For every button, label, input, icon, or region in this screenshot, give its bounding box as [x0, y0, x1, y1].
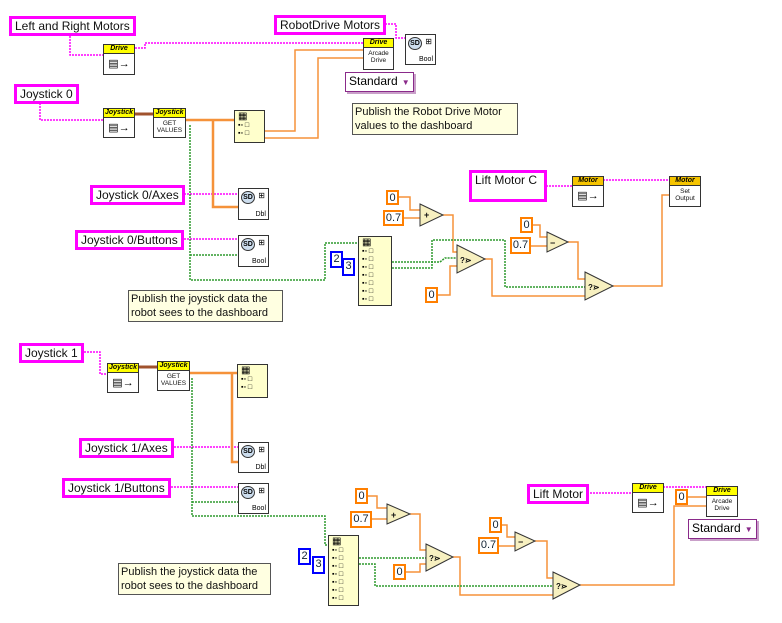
vi-header: Drive [633, 484, 663, 493]
vi-body: Arcade Drive [711, 498, 733, 512]
vi-body: GET VALUES [156, 120, 183, 134]
arcade-drive-vi[interactable]: Drive Arcade Drive [363, 38, 394, 70]
vi-body: Set Output [675, 188, 695, 202]
svg-text:?⋗: ?⋗ [588, 283, 600, 292]
open-icon: ▤→ [108, 122, 130, 134]
index-array-icon[interactable]: ▦ ▪▫ □ ▪▫ □ ▪▫ □ ▪▫ □ ▪▫ □ ▪▫ □ ▪▫ □ [328, 535, 359, 606]
type-label: Bool [251, 258, 266, 265]
type-label: Bool [251, 505, 266, 512]
sd-icon: SD [241, 486, 255, 499]
joystick1-axes-control[interactable]: Joystick 1/Axes [79, 438, 174, 458]
vi-header: Motor [573, 177, 603, 186]
joystick0-buttons-control[interactable]: Joystick 0/Buttons [75, 230, 184, 250]
numeric-constant[interactable]: 0.7 [350, 511, 372, 528]
joystick-open-vi[interactable]: Joystick ▤→ [103, 108, 135, 138]
drive-open-vi[interactable]: Drive ▤→ [632, 483, 664, 513]
type-label: Bool [418, 56, 433, 63]
unbundle-icon[interactable]: ▦ ▪▫ □ ▪▫ □ [234, 110, 265, 143]
sd-put-bool-vi[interactable]: SD ⊞ Bool [238, 235, 269, 267]
type-label: Dbl [255, 211, 266, 218]
sd-icon: SD [241, 445, 255, 458]
index-array-icon[interactable]: ▦ ▪▫ □ ▪▫ □ ▪▫ □ ▪▫ □ ▪▫ □ ▪▫ □ ▪▫ □ [358, 236, 392, 306]
index-constant[interactable]: 3 [312, 556, 325, 574]
vi-header: Joystick [104, 109, 134, 118]
sd-put-dbl-vi[interactable]: SD ⊞ Dbl [238, 188, 269, 220]
grid-icon: ⊞ [425, 37, 432, 46]
open-icon: ▤→ [108, 58, 130, 70]
joystick1-buttons-control[interactable]: Joystick 1/Buttons [62, 478, 171, 498]
svg-text:+: + [424, 210, 429, 220]
open-icon: ▤→ [577, 190, 599, 202]
index-constant[interactable]: 2 [298, 548, 311, 565]
numeric-constant[interactable]: 0.7 [383, 210, 404, 226]
open-icon: ▤→ [112, 377, 134, 389]
lift-motor-c-control[interactable]: Lift Motor C [469, 170, 547, 202]
drive-mode-enum[interactable]: Standard ▼ [688, 519, 757, 539]
enum-value: Standard [349, 74, 398, 88]
open-icon: ▤→ [637, 497, 659, 509]
numeric-constant[interactable]: 0 [675, 489, 688, 505]
wires-layer: + − + − ?⋗ ?⋗ ?⋗ ?⋗ [39, 23, 706, 600]
joystick-get-values-vi[interactable]: Joystick GET VALUES [157, 361, 190, 391]
vi-header: Drive [707, 487, 737, 496]
joystick0-axes-control[interactable]: Joystick 0/Axes [90, 185, 185, 205]
svg-text:?⋗: ?⋗ [460, 256, 472, 265]
sd-put-dbl-vi[interactable]: SD ⊞ Dbl [238, 442, 269, 473]
vi-header: Drive [104, 45, 134, 54]
joystick-get-values-vi[interactable]: Joystick GET VALUES [153, 108, 186, 138]
comment-robot-drive: Publish the Robot Drive Motor values to … [352, 103, 518, 135]
numeric-constant[interactable]: 0 [520, 217, 533, 233]
numeric-constant[interactable]: 0 [489, 517, 502, 533]
numeric-constant[interactable]: 0 [355, 488, 368, 504]
numeric-constant[interactable]: 0.7 [478, 537, 499, 554]
vi-body: Arcade Drive [368, 50, 389, 64]
svg-text:?⋗: ?⋗ [429, 554, 441, 563]
svg-text:−: − [518, 537, 523, 547]
lift-motor-control[interactable]: Lift Motor [527, 484, 590, 504]
robotdrive-motors-control[interactable]: RobotDrive Motors [274, 15, 387, 35]
svg-text:+: + [391, 510, 396, 520]
sd-put-bool-vi[interactable]: SD ⊞ Bool [405, 34, 436, 65]
sd-icon: SD [408, 37, 422, 50]
sd-put-bool-vi[interactable]: SD ⊞ Bool [238, 483, 269, 514]
vi-header: Drive [364, 39, 393, 48]
sd-icon: SD [241, 238, 255, 251]
primitives [386, 203, 615, 600]
comment-joystick0: Publish the joystick data the robot sees… [128, 290, 283, 322]
vi-header: Joystick [108, 364, 138, 373]
block-diagram: + − + − ?⋗ ?⋗ ?⋗ ?⋗ Left and Right Motors Dri… [0, 0, 782, 623]
left-right-motors-control[interactable]: Left and Right Motors [9, 16, 136, 36]
unbundle-icon[interactable]: ▦ ▪▫ □ ▪▫ □ [237, 364, 268, 398]
arcade-drive-vi[interactable]: Drive Arcade Drive [706, 486, 738, 517]
grid-icon: ⊞ [258, 191, 265, 200]
vi-header: Motor [670, 177, 700, 186]
type-label: Dbl [255, 464, 266, 471]
comment-joystick1: Publish the joystick data the robot sees… [118, 563, 271, 595]
joystick1-control[interactable]: Joystick 1 [19, 343, 84, 363]
sd-icon: SD [241, 191, 255, 204]
grid-icon: ⊞ [258, 445, 265, 454]
drive-mode-enum[interactable]: Standard ▼ [345, 72, 414, 92]
grid-icon: ⊞ [258, 486, 265, 495]
dropdown-arrow-icon: ▼ [401, 78, 410, 87]
vi-header: Joystick [158, 362, 189, 371]
svg-text:?⋗: ?⋗ [556, 582, 568, 591]
grid-icon: ⊞ [258, 238, 265, 247]
joystick0-control[interactable]: Joystick 0 [14, 84, 79, 104]
motor-set-output-vi[interactable]: Motor Set Output [669, 176, 701, 207]
svg-text:−: − [550, 238, 555, 248]
index-constant[interactable]: 3 [342, 258, 355, 276]
numeric-constant[interactable]: 0 [425, 287, 438, 303]
motor-open-vi[interactable]: Motor ▤→ [572, 176, 604, 207]
dropdown-arrow-icon: ▼ [744, 525, 753, 534]
numeric-constant[interactable]: 0 [386, 190, 399, 205]
joystick-open-vi[interactable]: Joystick ▤→ [107, 363, 139, 393]
numeric-constant[interactable]: 0 [393, 564, 406, 580]
vi-body: GET VALUES [160, 373, 187, 387]
drive-open-vi[interactable]: Drive ▤→ [103, 44, 135, 75]
enum-value: Standard [692, 521, 741, 535]
vi-header: Joystick [154, 109, 185, 118]
numeric-constant[interactable]: 0.7 [510, 237, 531, 254]
